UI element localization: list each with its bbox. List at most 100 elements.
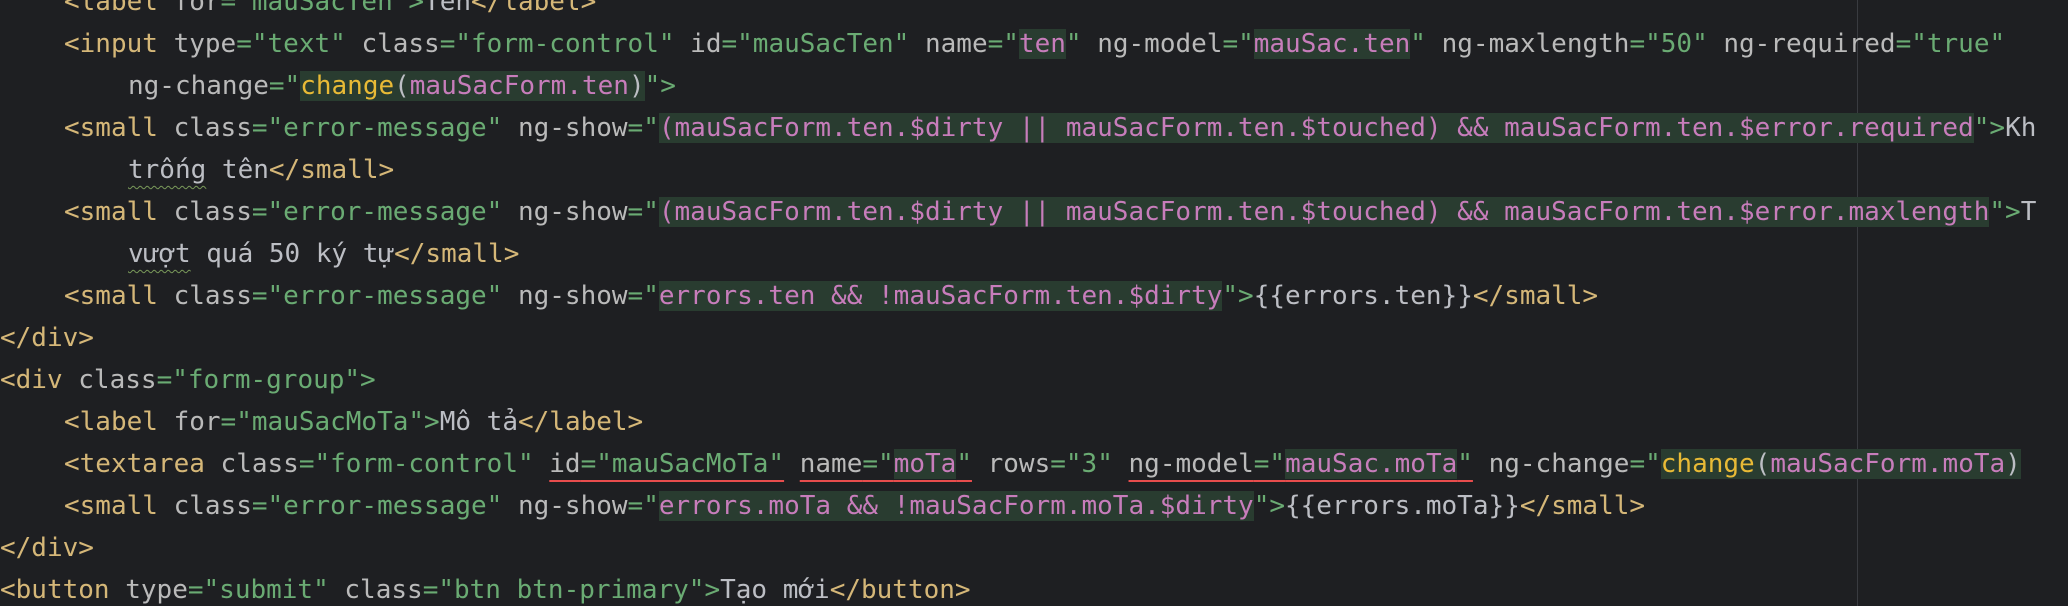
code-token: Ten (424, 0, 472, 17)
code-token: mauSac.moTa (1285, 449, 1458, 479)
code-token: "> (644, 71, 676, 101)
code-token: </small> (268, 155, 395, 185)
code-token: class (344, 575, 423, 605)
code-token: ng-show (517, 197, 628, 227)
code-token: quá 50 ký tự (190, 239, 395, 269)
code-line[interactable]: <textarea class="form-control" id="mauSa… (0, 443, 2068, 485)
code-token: (mauSacForm.ten.$dirty || mauSacForm.ten… (658, 197, 1990, 227)
code-token: </div> (0, 323, 94, 353)
code-line[interactable]: <small class="error-message" ng-show="er… (0, 275, 2068, 317)
code-token: " (1065, 29, 1098, 59)
code-token: =" (268, 71, 301, 101)
code-token: =" (627, 491, 659, 521)
code-token: =" (627, 197, 659, 227)
code-token: (mauSacForm.ten.$dirty || mauSacForm.ten… (658, 113, 1974, 143)
code-token: ="error-message" (251, 491, 518, 521)
code-token: ="form-group"> (156, 365, 376, 395)
code-line[interactable]: trống tên</small> (0, 149, 2068, 191)
code-token: name (799, 449, 863, 479)
code-token: mauSacForm.moTa (1770, 449, 2006, 479)
code-line[interactable]: <small class="error-message" ng-show="(m… (0, 191, 2068, 233)
code-token: id (690, 29, 722, 59)
code-token: ="true" (1895, 29, 2006, 59)
code-token: " (1410, 29, 1442, 59)
code-token: errors.moTa && !mauSacForm.moTa.$dirty (658, 491, 1254, 521)
code-token: </small> (394, 239, 520, 269)
code-token: {{errors.moTa}} (1285, 491, 1520, 521)
code-token: " (956, 449, 972, 479)
code-token: " (1457, 449, 1473, 479)
code-token: class (173, 113, 252, 143)
code-line[interactable]: <input type="text" class="form-control" … (0, 23, 2068, 65)
code-token: ng-model (1097, 29, 1223, 59)
code-token: trống (128, 155, 207, 185)
code-token: ="mauSacTen" (721, 29, 925, 59)
code-line[interactable]: </div> (0, 317, 2068, 359)
code-token: </button> (829, 575, 971, 605)
code-token: change (1660, 449, 1755, 479)
code-token: tên (206, 155, 269, 185)
code-line[interactable]: <button type="submit" class="btn btn-pri… (0, 569, 2068, 606)
code-line[interactable]: <small class="error-message" ng-show="er… (0, 485, 2068, 527)
code-token: ) (628, 71, 645, 101)
code-line[interactable]: <label for="mauSacMoTa">Mô tả</label> (0, 401, 2068, 443)
code-line[interactable]: <small class="error-message" ng-show="(m… (0, 107, 2068, 149)
code-token: </small> (1472, 281, 1599, 311)
code-token: errors.ten && !mauSacForm.ten.$dirty (658, 281, 1223, 311)
code-token: =" (1222, 29, 1254, 59)
code-token: mauSac. (1253, 29, 1364, 59)
code-editor[interactable]: <label for="mauSacTen">Ten</label> <input… (0, 0, 2068, 606)
code-token: =" (627, 281, 659, 311)
code-token: ="50" (1629, 29, 1724, 59)
code-token: ng-show (517, 113, 628, 143)
code-token: ) (2005, 449, 2021, 479)
code-token: =" (1629, 449, 1661, 479)
code-token: {{errors.ten}} (1253, 281, 1473, 311)
code-token: "> (1253, 491, 1285, 521)
code-token: ="error-message" (251, 197, 518, 227)
code-line[interactable]: </div> (0, 527, 2068, 569)
code-token: class (361, 29, 440, 59)
code-token: "> (1989, 197, 2021, 227)
code-token: ="mauSacMoTa" (580, 449, 785, 479)
code-token: ten (1018, 29, 1066, 59)
code-line[interactable]: <div class="form-group"> (0, 359, 2068, 401)
code-line[interactable]: ng-change="change(mauSacForm.ten)"> (0, 65, 2068, 107)
code-token: <div (0, 365, 79, 395)
code-token: ng-show (517, 491, 628, 521)
code-token: <input (64, 29, 174, 59)
code-token: moTa (893, 449, 957, 479)
code-token: vượt (128, 239, 191, 269)
code-token: for (173, 0, 221, 17)
code-token: ="submit" (187, 575, 345, 605)
code-token: "> (1222, 281, 1254, 311)
code-token: class (173, 197, 252, 227)
code-token: class (220, 449, 299, 479)
code-token: Mô tả (439, 407, 518, 437)
code-token: <label (64, 407, 174, 437)
code-token: name (924, 29, 988, 59)
code-token: Kh (2005, 113, 2037, 143)
code-token: ="btn btn-primary"> (422, 575, 721, 605)
code-token: <label (64, 0, 174, 17)
code-token: id (549, 449, 581, 479)
code-token: ( (394, 71, 410, 101)
code-token: <small (64, 113, 174, 143)
code-token: ng-show (517, 281, 628, 311)
code-lines[interactable]: <label for="mauSacTen">Ten</label> <input… (0, 0, 2068, 606)
code-token: rows (987, 449, 1051, 479)
code-token: ng-required (1723, 29, 1896, 59)
code-token: for (173, 407, 221, 437)
code-token: ng-maxlength (1441, 29, 1630, 59)
code-token: change (300, 71, 395, 101)
code-token: ng-change (1488, 449, 1630, 479)
code-token: type (125, 575, 188, 605)
code-token: =" (862, 449, 894, 479)
code-token: =" (627, 113, 659, 143)
code-token: ="text" (236, 29, 362, 59)
code-line[interactable]: <label for="mauSacTen">Ten</label> (0, 0, 2068, 23)
code-line[interactable]: vượt quá 50 ký tự</small> (0, 233, 2068, 275)
code-token: type (173, 29, 237, 59)
